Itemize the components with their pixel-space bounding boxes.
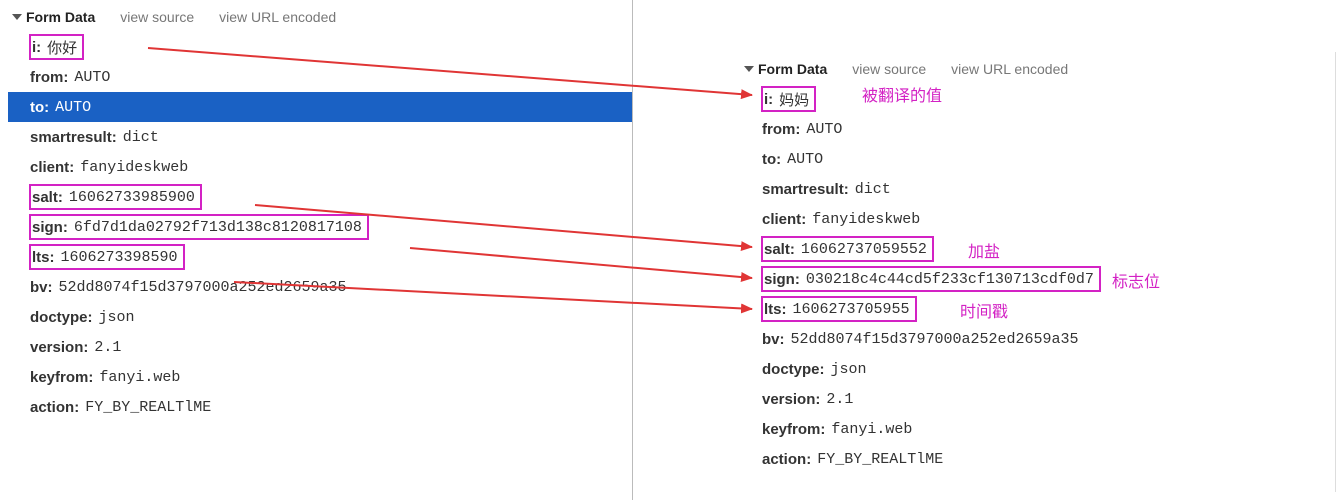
form-data-title[interactable]: Form Data (12, 9, 95, 25)
key-keyfrom: keyfrom (762, 421, 825, 438)
row-action[interactable]: action FY_BY_REALTlME (740, 444, 1335, 474)
row-i[interactable]: i 妈妈 (740, 84, 1335, 114)
disclosure-triangle-icon[interactable] (12, 14, 22, 20)
val-client: fanyideskweb (80, 159, 188, 176)
val-i: 妈妈 (779, 89, 809, 110)
row-keyfrom[interactable]: keyfrom fanyi.web (8, 362, 632, 392)
val-i: 你好 (47, 37, 77, 58)
val-action: FY_BY_REALTlME (817, 451, 943, 468)
row-client[interactable]: client fanyideskweb (8, 152, 632, 182)
disclosure-triangle-icon[interactable] (744, 66, 754, 72)
view-source-tab[interactable]: view source (852, 61, 926, 77)
row-lts[interactable]: lts 1606273398590 (8, 242, 632, 272)
key-keyfrom: keyfrom (30, 369, 93, 386)
val-salt: 16062733985900 (69, 189, 195, 206)
key-client: client (762, 211, 806, 228)
val-salt: 16062737059552 (801, 241, 927, 258)
view-url-encoded-tab[interactable]: view URL encoded (219, 9, 336, 25)
val-bv: 52dd8074f15d3797000a252ed2659a35 (791, 331, 1079, 348)
key-from: from (762, 121, 800, 138)
val-lts: 1606273398590 (61, 249, 178, 266)
key-sign: sign (32, 219, 68, 236)
view-source-tab[interactable]: view source (120, 9, 194, 25)
form-data-header: Form Data view source view URL encoded (740, 52, 1335, 82)
key-doctype: doctype (30, 309, 93, 326)
key-version: version (762, 391, 820, 408)
key-client: client (30, 159, 74, 176)
key-smartresult: smartresult (30, 129, 117, 146)
val-bv: 52dd8074f15d3797000a252ed2659a35 (59, 279, 347, 296)
row-salt[interactable]: salt 16062737059552 (740, 234, 1335, 264)
row-to[interactable]: to AUTO (740, 144, 1335, 174)
key-to: to (30, 99, 49, 116)
val-smartresult: dict (123, 129, 159, 146)
row-doctype[interactable]: doctype json (740, 354, 1335, 384)
val-lts: 1606273705955 (793, 301, 910, 318)
row-action[interactable]: action FY_BY_REALTlME (8, 392, 632, 422)
val-version: 2.1 (94, 339, 121, 356)
val-doctype: json (99, 309, 135, 326)
val-sign: 6fd7d1da02792f713d138c8120817108 (74, 219, 362, 236)
right-devtools-panel: Form Data view source view URL encoded i… (740, 52, 1336, 492)
row-version[interactable]: version 2.1 (8, 332, 632, 362)
row-sign[interactable]: sign 030218c4c44cd5f233cf130713cdf0d7 (740, 264, 1335, 294)
val-to: AUTO (787, 151, 823, 168)
left-devtools-panel: Form Data view source view URL encoded i… (8, 0, 633, 500)
row-sign[interactable]: sign 6fd7d1da02792f713d138c8120817108 (8, 212, 632, 242)
row-version[interactable]: version 2.1 (740, 384, 1335, 414)
row-smartresult[interactable]: smartresult dict (8, 122, 632, 152)
annotation-salt: 加盐 (968, 238, 1000, 262)
row-lts[interactable]: lts 1606273705955 (740, 294, 1335, 324)
val-doctype: json (831, 361, 867, 378)
key-i: i (32, 39, 41, 56)
key-lts: lts (32, 249, 55, 266)
row-smartresult[interactable]: smartresult dict (740, 174, 1335, 204)
val-from: AUTO (806, 121, 842, 138)
row-bv[interactable]: bv 52dd8074f15d3797000a252ed2659a35 (8, 272, 632, 302)
annotation-timestamp: 时间戳 (960, 298, 1008, 322)
form-data-header: Form Data view source view URL encoded (8, 0, 632, 30)
val-sign: 030218c4c44cd5f233cf130713cdf0d7 (806, 271, 1094, 288)
key-lts: lts (764, 301, 787, 318)
key-version: version (30, 339, 88, 356)
key-smartresult: smartresult (762, 181, 849, 198)
val-smartresult: dict (855, 181, 891, 198)
form-data-title-text: Form Data (26, 9, 95, 25)
val-client: fanyideskweb (812, 211, 920, 228)
val-action: FY_BY_REALTlME (85, 399, 211, 416)
key-sign: sign (764, 271, 800, 288)
key-from: from (30, 69, 68, 86)
key-salt: salt (32, 189, 63, 206)
key-doctype: doctype (762, 361, 825, 378)
key-bv: bv (30, 279, 53, 296)
val-to: AUTO (55, 99, 91, 116)
form-data-rows: i 你好 from AUTO to AUTO smartresult dict … (8, 30, 632, 422)
row-bv[interactable]: bv 52dd8074f15d3797000a252ed2659a35 (740, 324, 1335, 354)
val-from: AUTO (74, 69, 110, 86)
key-bv: bv (762, 331, 785, 348)
key-salt: salt (764, 241, 795, 258)
key-to: to (762, 151, 781, 168)
key-action: action (762, 451, 811, 468)
row-from[interactable]: from AUTO (8, 62, 632, 92)
val-version: 2.1 (826, 391, 853, 408)
key-i: i (764, 91, 773, 108)
row-to[interactable]: to AUTO (8, 92, 632, 122)
view-url-encoded-tab[interactable]: view URL encoded (951, 61, 1068, 77)
form-data-rows: i 妈妈 from AUTO to AUTO smartresult dict … (740, 82, 1335, 474)
row-i[interactable]: i 你好 (8, 32, 632, 62)
val-keyfrom: fanyi.web (831, 421, 912, 438)
val-keyfrom: fanyi.web (99, 369, 180, 386)
form-data-title-text: Form Data (758, 61, 827, 77)
row-keyfrom[interactable]: keyfrom fanyi.web (740, 414, 1335, 444)
row-from[interactable]: from AUTO (740, 114, 1335, 144)
form-data-title[interactable]: Form Data (744, 61, 827, 77)
row-doctype[interactable]: doctype json (8, 302, 632, 332)
row-client[interactable]: client fanyideskweb (740, 204, 1335, 234)
annotation-translated-value: 被翻译的值 (862, 82, 942, 106)
row-salt[interactable]: salt 16062733985900 (8, 182, 632, 212)
key-action: action (30, 399, 79, 416)
annotation-sign: 标志位 (1112, 268, 1160, 292)
